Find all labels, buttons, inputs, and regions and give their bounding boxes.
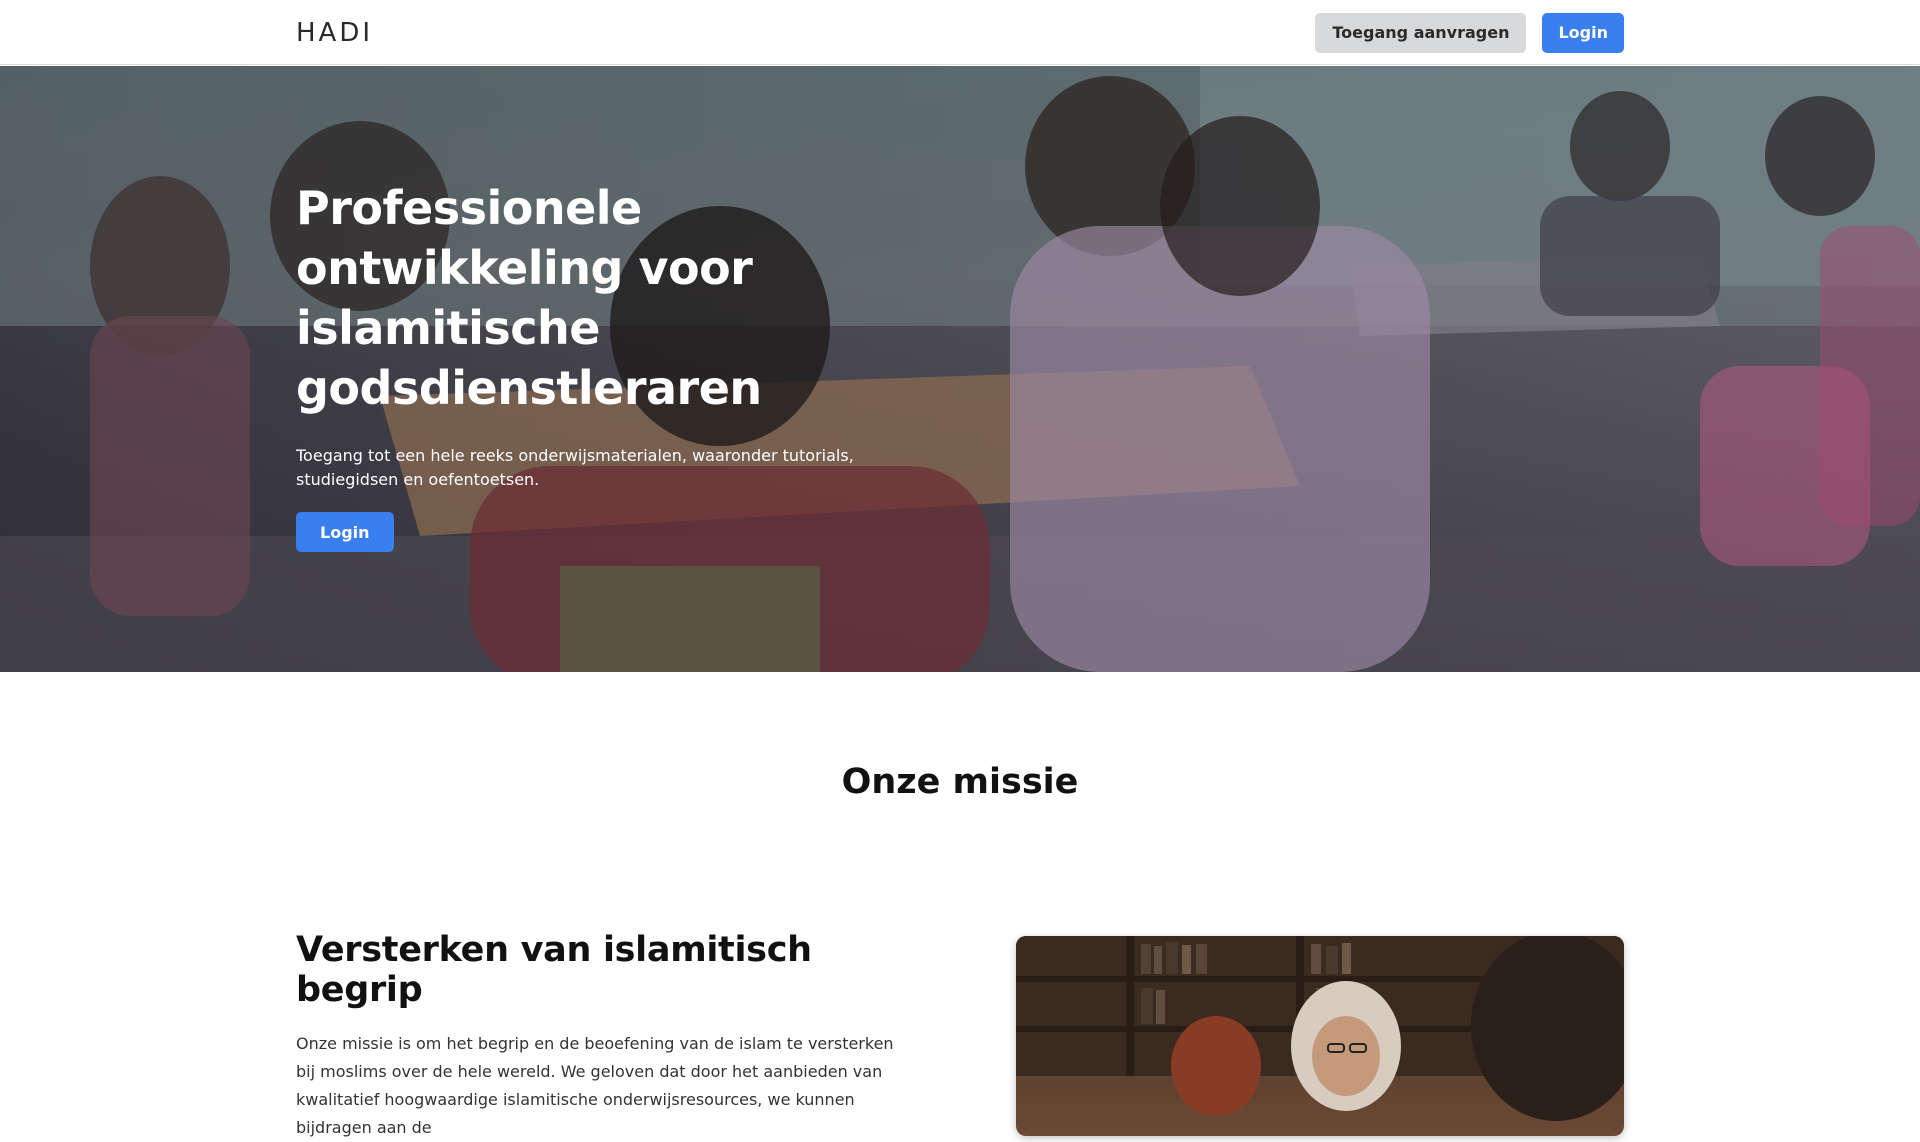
feature-title: Versterken van islamitisch begrip [296,930,812,1010]
hero-title: Professionele ontwikkeling voor islamiti… [296,181,762,415]
hero-content: Professionele ontwikkeling voor islamiti… [296,178,956,552]
hero-section: Professionele ontwikkeling voor islamiti… [0,66,1920,672]
header-login-button[interactable]: Login [1542,12,1624,53]
request-access-button[interactable]: Toegang aanvragen [1315,12,1527,53]
mission-feature: Versterken van islamitisch begrip Onze m… [296,930,896,1142]
mission-heading: Onze missie [841,762,1079,802]
classroom-background-image [0,66,1920,672]
header-nav: Toegang aanvragen Login [1315,12,1624,53]
feature-text: Onze missie is om het begrip en de beoef… [296,1034,894,1137]
site-header: HADI Toegang aanvragen Login [0,0,1920,65]
hero-login-button[interactable]: Login [296,512,394,552]
hero-subtitle: Toegang tot een hele reeks onderwijsmate… [296,446,854,489]
hadi-logo[interactable]: HADI [296,18,373,48]
teacher-students-image [1016,936,1624,1136]
